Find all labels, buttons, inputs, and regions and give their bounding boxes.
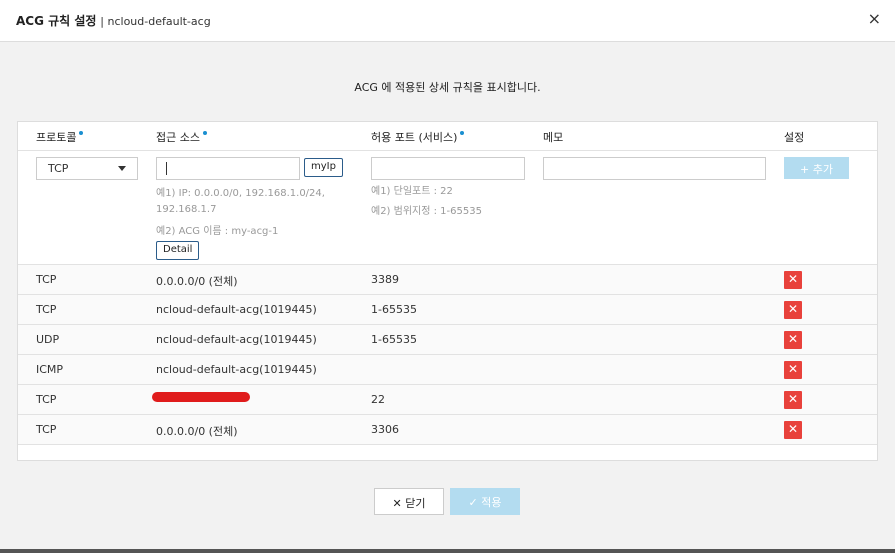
column-memo: 메모: [543, 131, 564, 144]
cell-port: 3389: [371, 273, 399, 286]
dialog-title: ACG 규칙 설정 | ncloud-default-acg: [16, 12, 211, 29]
dialog-header: ACG 규칙 설정 | ncloud-default-acg ×: [0, 0, 895, 42]
required-dot-icon: [202, 131, 207, 135]
source-hint-ip: 예1) IP: 0.0.0.0/0, 192.168.1.0/24,: [156, 188, 325, 199]
column-protocol-label: 프로토콜: [36, 131, 77, 144]
column-protocol: 프로토콜: [36, 129, 84, 145]
protocol-select-value: TCP: [48, 162, 69, 175]
cell-source: 0.0.0.0/0 (전체): [156, 425, 238, 438]
delete-rule-button[interactable]: ✕: [784, 301, 802, 319]
column-port-label: 허용 포트 (서비스): [371, 131, 458, 144]
delete-rule-button[interactable]: ✕: [784, 361, 802, 379]
required-dot-icon: [79, 131, 84, 135]
cell-protocol: TCP: [36, 303, 57, 316]
add-rule-button[interactable]: + 추가: [784, 157, 849, 179]
column-source: 접근 소스: [156, 129, 207, 145]
memo-input[interactable]: [543, 157, 766, 180]
column-port: 허용 포트 (서비스): [371, 129, 465, 145]
detail-button[interactable]: Detail: [156, 241, 200, 260]
cell-port: 3306: [371, 423, 399, 436]
source-input[interactable]: [156, 157, 300, 180]
page-bottom-edge: [0, 549, 895, 553]
cell-source: 0.0.0.0/0 (전체): [156, 275, 238, 288]
required-dot-icon: [460, 131, 465, 135]
delete-rule-button[interactable]: ✕: [784, 331, 802, 349]
table-row: TCP 22 ✕: [18, 385, 877, 415]
rules-table: 프로토콜 접근 소스 허용 포트 (서비스) 메모 설정 TCP myIp 예1…: [17, 121, 878, 461]
table-row: TCP ncloud-default-acg(1019445) 1-65535 ✕: [18, 295, 877, 325]
cell-source: ncloud-default-acg(1019445): [156, 333, 317, 346]
cell-protocol: UDP: [36, 333, 60, 346]
table-header: 프로토콜 접근 소스 허용 포트 (서비스) 메모 설정: [18, 122, 877, 151]
delete-rule-button[interactable]: ✕: [784, 271, 802, 289]
column-settings: 설정: [784, 131, 805, 144]
cell-protocol: ICMP: [36, 363, 64, 376]
myip-button[interactable]: myIp: [304, 158, 343, 177]
cell-port: 1-65535: [371, 303, 417, 316]
dialog-title-main: ACG 규칙 설정: [16, 14, 97, 28]
source-hint-acg: 예2) ACG 이름 : my-acg-1: [156, 226, 279, 237]
cell-port: 1-65535: [371, 333, 417, 346]
close-icon[interactable]: ×: [868, 11, 881, 27]
chevron-down-icon: [118, 166, 126, 171]
delete-rule-button[interactable]: ✕: [784, 391, 802, 409]
port-hint-range: 예2) 범위지정 : 1-65535: [371, 206, 482, 217]
close-button[interactable]: ✕ 닫기: [374, 488, 444, 515]
cell-protocol: TCP: [36, 273, 57, 286]
cell-source: ncloud-default-acg(1019445): [156, 363, 317, 376]
cell-source: ncloud-default-acg(1019445): [156, 303, 317, 316]
port-hint-single: 예1) 단일포트 : 22: [371, 186, 453, 197]
delete-rule-button[interactable]: ✕: [784, 421, 802, 439]
text-cursor: [166, 162, 167, 175]
dialog-description: ACG 에 적용된 상세 규칙을 표시합니다.: [354, 81, 541, 94]
source-hint-ip-cont: 192.168.1.7: [156, 204, 217, 215]
dialog-title-acg-name: | ncloud-default-acg: [100, 15, 211, 28]
table-row: UDP ncloud-default-acg(1019445) 1-65535 ✕: [18, 325, 877, 355]
port-input[interactable]: [371, 157, 525, 180]
redaction-mark: [152, 392, 250, 402]
table-row: TCP 0.0.0.0/0 (전체) 3306 ✕: [18, 415, 877, 445]
cell-protocol: TCP: [36, 423, 57, 436]
protocol-select[interactable]: TCP: [36, 157, 138, 180]
cell-protocol: TCP: [36, 393, 57, 406]
table-row: TCP 0.0.0.0/0 (전체) 3389 ✕: [18, 265, 877, 295]
column-source-label: 접근 소스: [156, 131, 200, 144]
acg-rule-dialog: ACG 규칙 설정 | ncloud-default-acg × ACG 에 적…: [0, 0, 895, 549]
new-rule-form: TCP myIp 예1) IP: 0.0.0.0/0, 192.168.1.0/…: [18, 151, 877, 265]
table-row: ICMP ncloud-default-acg(1019445) ✕: [18, 355, 877, 385]
apply-button[interactable]: ✓ 적용: [450, 488, 520, 515]
cell-port: 22: [371, 393, 385, 406]
